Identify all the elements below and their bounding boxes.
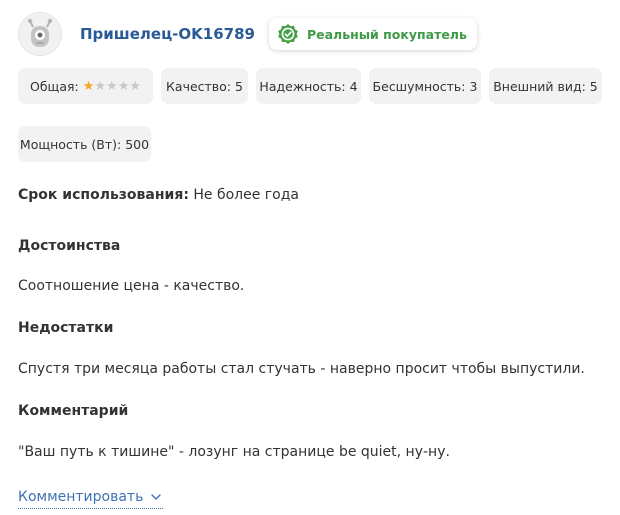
comment-text: "Ваш путь к тишине" - лозунг на странице… — [18, 444, 450, 460]
star-rating: ★ ★ ★ ★ ★ — [83, 80, 141, 93]
chevron-down-icon — [151, 489, 162, 505]
rating-appearance-chip: Внешний вид: 5 — [489, 68, 602, 104]
usage-value: Не более года — [193, 187, 299, 203]
rating-quality-chip: Качество: 5 — [161, 68, 248, 104]
review-card: Пришелец-OK16789 Реальный покупатель Общ… — [0, 0, 620, 515]
pros-heading: Достоинства — [18, 238, 121, 254]
rating-noise-chip: Бесшумность: 3 — [369, 68, 481, 104]
overall-rating-label: Общая: — [30, 78, 79, 94]
rating-power-chip: Мощность (Вт): 500 — [18, 126, 151, 162]
star-icon: ★ — [129, 78, 141, 94]
cons-heading: Недостатки — [18, 320, 114, 336]
star-icon: ★ — [117, 78, 130, 94]
badge-label: Реальный покупатель — [306, 26, 467, 42]
pros-text: Соотношение цена - качество. — [18, 278, 245, 294]
star-icon: ★ — [82, 78, 95, 94]
star-icon: ★ — [94, 78, 107, 94]
comment-heading: Комментарий — [18, 403, 129, 419]
star-icon: ★ — [106, 78, 118, 94]
usage-period: Срок использования: Не более года — [18, 187, 299, 203]
usage-label: Срок использования: — [18, 187, 189, 203]
verified-buyer-badge: Реальный покупатель — [268, 18, 477, 50]
rating-reliability-chip: Надежность: 4 — [256, 68, 361, 104]
comment-button-label: Комментировать — [18, 489, 144, 505]
verified-check-icon — [278, 24, 298, 44]
comment-button[interactable]: Комментировать — [18, 486, 164, 509]
rating-overall-chip: Общая: ★ ★ ★ ★ ★ — [18, 68, 153, 104]
author-name-link[interactable]: Пришелец-OK16789 — [80, 25, 255, 43]
cons-text: Спустя три месяца работы стал стучать - … — [18, 361, 585, 377]
alien-avatar-icon[interactable] — [18, 12, 62, 56]
review-header: Пришелец-OK16789 Реальный покупатель — [18, 12, 477, 56]
